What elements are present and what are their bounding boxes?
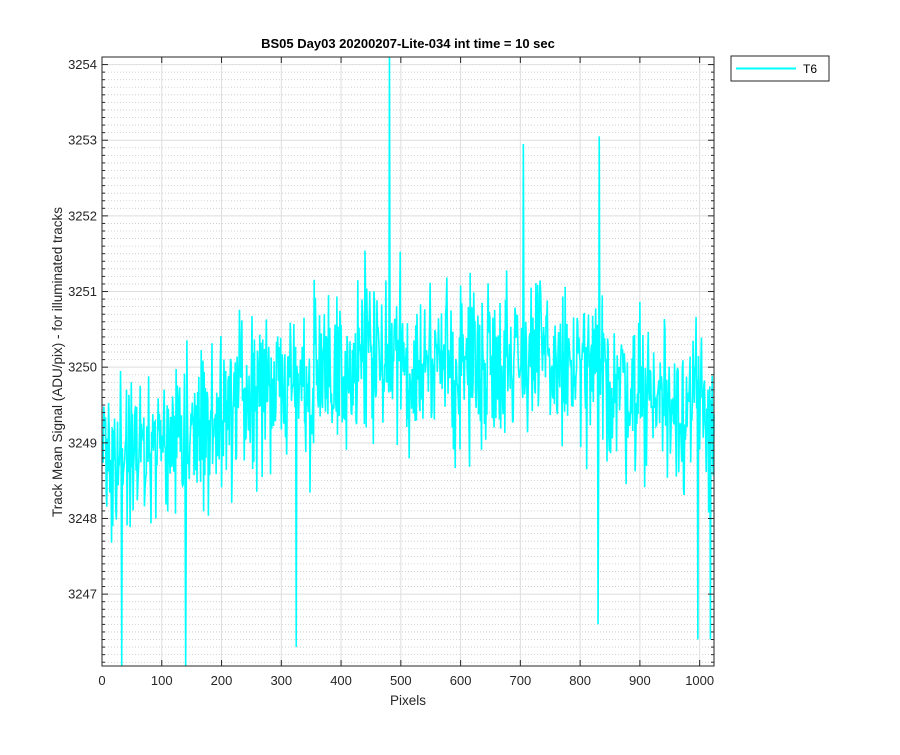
y-tick-label: 3251 xyxy=(68,284,97,299)
y-tick-label: 3248 xyxy=(68,511,97,526)
y-tick-label: 3247 xyxy=(68,587,97,602)
x-tick-label: 0 xyxy=(98,673,105,688)
y-tick-label: 3249 xyxy=(68,435,97,450)
x-tick-label: 800 xyxy=(569,673,591,688)
y-tick-label: 3254 xyxy=(68,57,97,72)
x-tick-label: 600 xyxy=(450,673,472,688)
x-tick-label: 200 xyxy=(211,673,233,688)
x-tick-label: 300 xyxy=(270,673,292,688)
y-tick-label: 3250 xyxy=(68,360,97,375)
figure: 0 100 200 300 400 500 600 700 800 900 1000 3247 324… xyxy=(0,0,900,750)
x-tick-label: 400 xyxy=(330,673,352,688)
legend-label-t6: T6 xyxy=(803,62,817,76)
y-axis-label: Track Mean Signal (ADU/pix) - for illumi… xyxy=(50,207,65,517)
y-tick-label: 3252 xyxy=(68,208,97,223)
line-chart: 0 100 200 300 400 500 600 700 800 900 1000 3247 324… xyxy=(0,0,900,750)
x-tick-label: 900 xyxy=(629,673,651,688)
x-axis-label: Pixels xyxy=(390,693,426,708)
chart-title: BS05 Day03 20200207-Lite-034 int time = … xyxy=(261,36,555,51)
x-tick-label: 500 xyxy=(390,673,412,688)
x-tick-label: 700 xyxy=(510,673,532,688)
y-tick-label: 3253 xyxy=(68,133,97,148)
x-tick-label: 1000 xyxy=(685,673,714,688)
legend[interactable]: T6 xyxy=(730,55,830,82)
x-tick-label: 100 xyxy=(151,673,173,688)
